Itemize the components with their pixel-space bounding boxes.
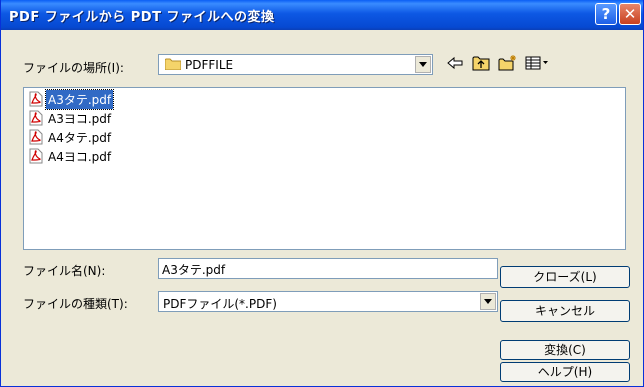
dialog-window: PDF ファイルから PDT ファイルへの変換 ? ✕ ファイルの場所(I): … bbox=[0, 0, 644, 387]
location-combo[interactable]: PDFFILE bbox=[158, 54, 433, 75]
view-menu-icon[interactable] bbox=[524, 54, 550, 72]
folder-icon bbox=[165, 58, 181, 70]
filetype-dropdown-arrow[interactable] bbox=[480, 293, 496, 310]
file-item[interactable]: A4タテ.pdf bbox=[28, 128, 113, 146]
file-list[interactable]: A3タテ.pdf A3ヨコ.pdf A4タテ.pdf A4ヨコ.pdf bbox=[23, 87, 626, 250]
new-folder-icon[interactable] bbox=[498, 54, 518, 72]
help-button[interactable]: ヘルプ(H) bbox=[500, 362, 630, 382]
file-item[interactable]: A4ヨコ.pdf bbox=[28, 147, 113, 165]
cancel-button[interactable]: キャンセル bbox=[500, 300, 630, 322]
close-button[interactable]: クローズ(L) bbox=[500, 266, 630, 288]
up-folder-icon[interactable] bbox=[471, 54, 491, 72]
location-dropdown-arrow[interactable] bbox=[415, 56, 431, 73]
file-name: A4タテ.pdf bbox=[48, 130, 112, 145]
filetype-value: PDFファイル(*.PDF) bbox=[163, 297, 277, 311]
filetype-label: ファイルの種類(T): bbox=[23, 297, 128, 311]
filename-label: ファイル名(N): bbox=[23, 264, 106, 278]
convert-button[interactable]: 変換(C) bbox=[500, 340, 630, 360]
location-value: PDFFILE bbox=[185, 58, 234, 72]
file-name: A3ヨコ.pdf bbox=[48, 111, 112, 126]
file-name: A4ヨコ.pdf bbox=[48, 149, 112, 164]
file-item[interactable]: A3ヨコ.pdf bbox=[28, 109, 113, 127]
pdf-file-icon bbox=[29, 148, 43, 164]
location-label: ファイルの場所(I): bbox=[23, 61, 124, 75]
filetype-combo[interactable]: PDFファイル(*.PDF) bbox=[158, 291, 498, 312]
pdf-file-icon bbox=[29, 110, 43, 126]
pdf-file-icon bbox=[29, 91, 43, 107]
back-arrow-icon[interactable] bbox=[445, 54, 465, 72]
help-title-button[interactable]: ? bbox=[595, 3, 617, 25]
window-title: PDF ファイルから PDT ファイルへの変換 bbox=[9, 10, 275, 25]
pdf-file-icon bbox=[29, 129, 43, 145]
close-title-button[interactable]: ✕ bbox=[619, 3, 641, 25]
file-item[interactable]: A3タテ.pdf bbox=[28, 88, 115, 110]
title-bar[interactable]: PDF ファイルから PDT ファイルへの変換 ? ✕ bbox=[1, 0, 643, 30]
filename-input[interactable]: A3タテ.pdf bbox=[158, 258, 498, 279]
file-name: A3タテ.pdf bbox=[44, 88, 115, 110]
